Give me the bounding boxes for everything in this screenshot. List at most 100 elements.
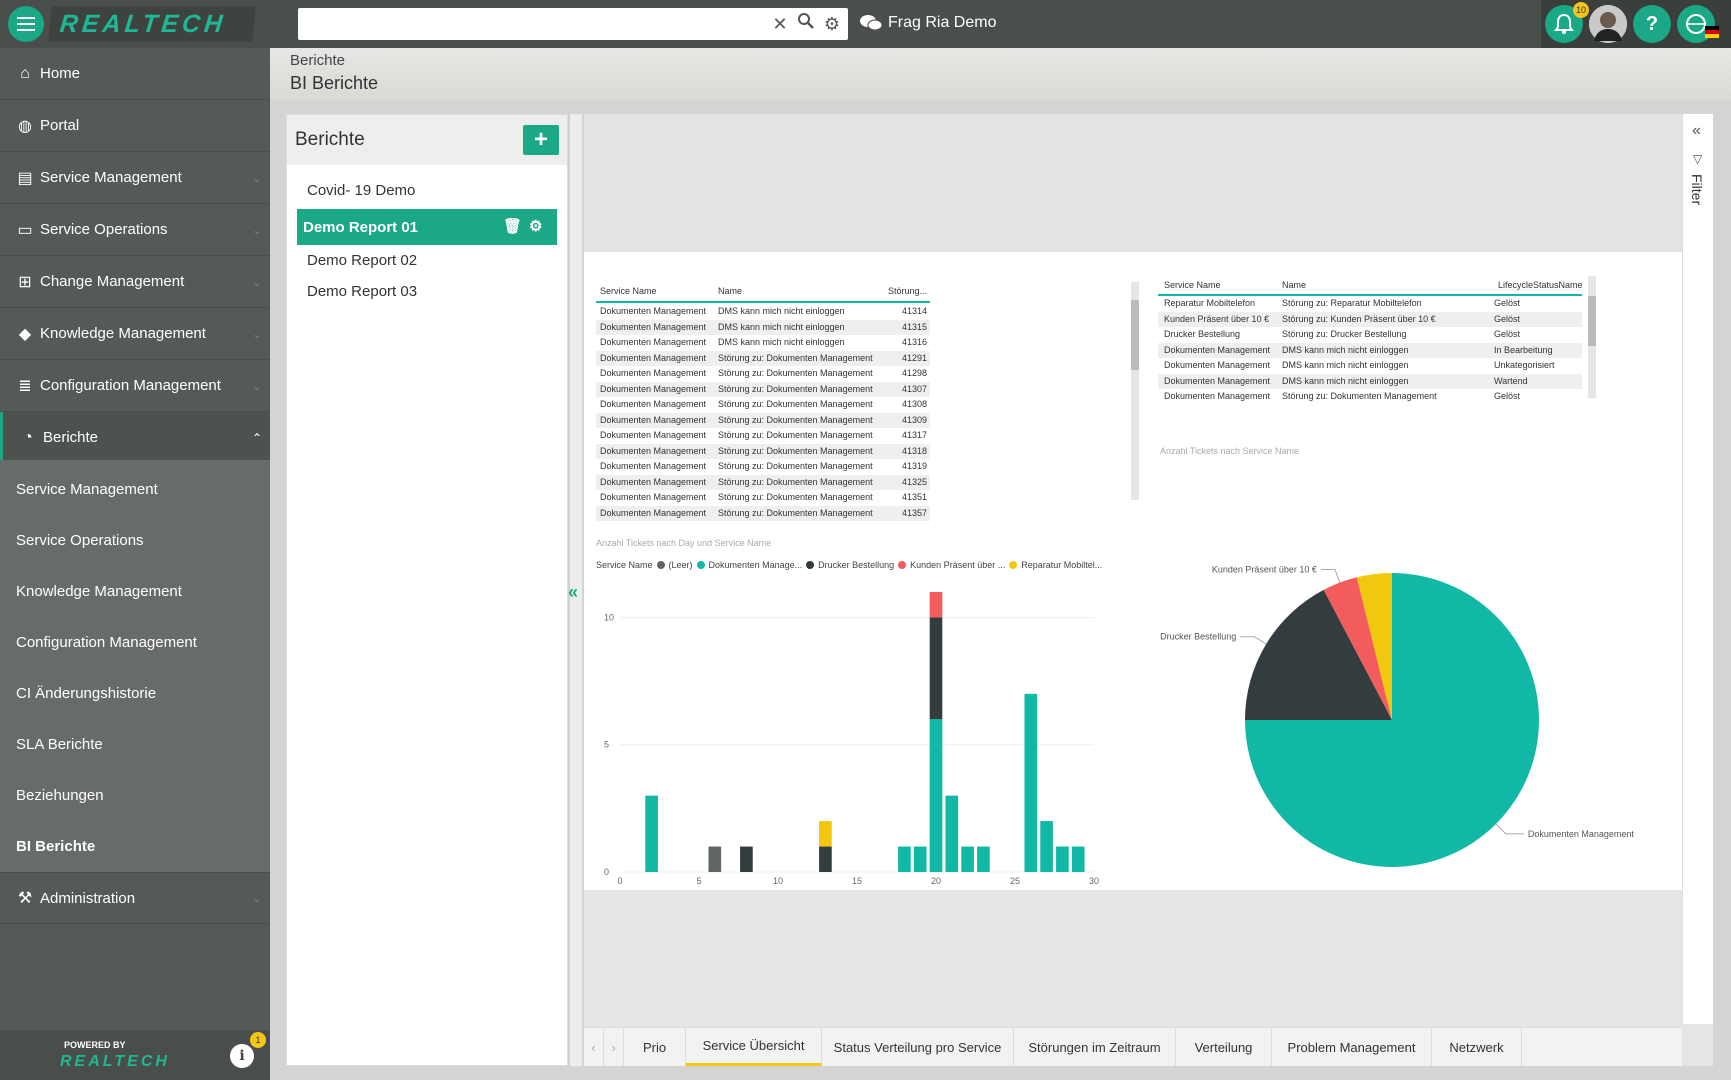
sidebar-sub-service-operations[interactable]: Service Operations [0, 515, 270, 565]
tab-service-uebersicht[interactable]: Service Übersicht [686, 1028, 822, 1066]
table-row[interactable]: Dokumenten Management Störung zu: Dokumen… [596, 366, 930, 381]
bar[interactable] [945, 795, 959, 872]
bar[interactable] [961, 846, 974, 872]
table-row[interactable]: Dokumenten Management DMS kann mich nicht… [596, 304, 930, 319]
table-row[interactable]: Reparatur Mobiltelefon Störung zu: Repara… [1158, 296, 1582, 311]
avatar[interactable] [1589, 5, 1627, 43]
bar[interactable] [645, 795, 658, 872]
table-scrollbar[interactable] [1588, 276, 1596, 398]
table-row[interactable]: Kunden Präsent über 10 € Störung zu: Kund… [1158, 311, 1582, 327]
gear-icon[interactable]: ⚙ [529, 217, 542, 235]
bar[interactable] [1056, 846, 1069, 872]
bar[interactable] [929, 719, 943, 872]
table-row[interactable]: Drucker Bestellung Störung zu: Drucker Be… [1158, 327, 1582, 342]
table-row[interactable]: Dokumenten Management Störung zu: Dokumen… [596, 350, 930, 366]
search-input[interactable] [306, 8, 756, 40]
bar[interactable] [819, 821, 832, 847]
sidebar-item-home[interactable]: ⌂ Home [0, 48, 270, 100]
tab-netzwerk[interactable]: Netzwerk [1432, 1028, 1522, 1066]
sidebar-sub-knowledge-management[interactable]: Knowledge Management [0, 566, 270, 616]
table-row[interactable]: Dokumenten Management Störung zu: Dokumen… [596, 443, 930, 459]
column-header[interactable]: Name [718, 286, 742, 296]
tab-prio[interactable]: Prio [624, 1028, 686, 1066]
table-row[interactable]: Dokumenten Management DMS kann mich nicht… [1158, 342, 1582, 358]
panel-divider[interactable]: « [568, 114, 582, 1066]
table-row[interactable]: Dokumenten Management Störung zu: Dokumen… [596, 490, 930, 505]
tab-stoerungen-zeitraum[interactable]: Störungen im Zeitraum [1014, 1028, 1176, 1066]
legend-item[interactable]: (Leer) [669, 560, 693, 570]
tickets-table-left[interactable]: Service Name Name Störung... Dokumenten … [596, 280, 936, 521]
table-row[interactable]: Dokumenten Management Störung zu: Dokumen… [596, 381, 930, 397]
collapse-left-icon[interactable]: « [568, 582, 578, 603]
bar[interactable] [1071, 846, 1085, 872]
report-item-selected[interactable]: Demo Report 01 🗑 ⚙ [297, 209, 557, 245]
bar[interactable] [1024, 693, 1038, 872]
column-header[interactable]: LifecycleStatusName [1498, 280, 1583, 290]
report-item[interactable]: Demo Report 02 [307, 252, 417, 269]
chat-assistant-link[interactable]: Frag Ria Demo [860, 14, 996, 32]
tab-status-verteilung[interactable]: Status Verteilung pro Service [822, 1028, 1014, 1066]
table-row[interactable]: Dokumenten Management Störung zu: Dokumen… [596, 428, 930, 443]
table-row[interactable]: Dokumenten Management Störung zu: Dokumen… [596, 412, 930, 428]
table-row[interactable]: Dokumenten Management DMS kann mich nicht… [1158, 358, 1582, 373]
table-row[interactable]: Dokumenten Management Störung zu: Dokumen… [1158, 389, 1582, 404]
next-page-icon[interactable]: › [604, 1028, 624, 1066]
menu-toggle-button[interactable] [8, 6, 44, 42]
pie-chart[interactable]: Dokumenten Management Drucker Bestellung K… [1144, 462, 1664, 882]
tab-verteilung[interactable]: Verteilung [1176, 1028, 1272, 1066]
table-row[interactable]: Dokumenten Management DMS kann mich nicht… [596, 319, 930, 335]
legend-item[interactable]: Drucker Bestellung [818, 560, 894, 570]
sidebar-item-change-management[interactable]: ⊞ Change Management ⌄ [0, 256, 270, 308]
filter-pane[interactable]: « ▽ Filter [1682, 114, 1713, 1024]
bar[interactable] [977, 846, 990, 872]
sidebar-item-configuration-management[interactable]: ≣ Configuration Management ⌄ [0, 360, 270, 412]
sidebar-item-service-management[interactable]: ▤ Service Management ⌄ [0, 152, 270, 204]
report-item[interactable]: Demo Report 03 [307, 283, 417, 300]
table-row[interactable]: Dokumenten Management Störung zu: Dokumen… [596, 397, 930, 412]
column-header[interactable]: Name [1282, 280, 1306, 290]
bar[interactable] [740, 846, 753, 872]
sidebar-item-berichte[interactable]: ◔ Berichte ⌃ [0, 412, 270, 464]
sidebar-sub-ci-history[interactable]: CI Änderungshistorie [0, 668, 270, 718]
table-row[interactable]: Dokumenten Management DMS kann mich nicht… [1158, 373, 1582, 389]
table-row[interactable]: Dokumenten Management DMS kann mich nicht… [596, 335, 930, 350]
sidebar-sub-beziehungen[interactable]: Beziehungen [0, 770, 270, 820]
add-report-button[interactable]: + [523, 125, 559, 155]
breadcrumb[interactable]: Berichte [290, 52, 345, 69]
column-header[interactable]: Service Name [600, 286, 657, 296]
legend-item[interactable]: Kunden Präsent über ... [910, 560, 1005, 570]
prev-page-icon[interactable]: ‹ [584, 1028, 604, 1066]
bar[interactable] [898, 846, 911, 872]
search-icon[interactable] [794, 12, 818, 36]
sidebar-item-service-operations[interactable]: ▭ Service Operations ⌄ [0, 204, 270, 256]
report-item[interactable]: Covid- 19 Demo [307, 182, 415, 199]
collapse-filter-icon[interactable]: « [1692, 122, 1701, 140]
help-icon[interactable]: ? [1633, 5, 1671, 43]
gear-icon[interactable]: ⚙ [820, 12, 844, 36]
bar[interactable] [819, 846, 832, 872]
sidebar-sub-sla-berichte[interactable]: SLA Berichte [0, 719, 270, 769]
table-row[interactable]: Dokumenten Management Störung zu: Dokumen… [596, 459, 930, 474]
sidebar-item-administration[interactable]: ⚒ Administration ⌄ [0, 872, 270, 924]
legend-item[interactable]: Reparatur Mobiltel... [1021, 560, 1102, 570]
column-header[interactable]: Störung... [888, 286, 927, 296]
table-row[interactable]: Dokumenten Management Störung zu: Dokumen… [596, 505, 930, 521]
bar[interactable] [929, 617, 943, 720]
legend-item[interactable]: Dokumenten Manage... [709, 560, 803, 570]
table-row[interactable]: Dokumenten Management Störung zu: Dokumen… [596, 474, 930, 490]
info-icon[interactable]: i [230, 1044, 254, 1068]
bar[interactable] [708, 846, 722, 872]
trash-icon[interactable]: 🗑 [503, 217, 522, 235]
sidebar-sub-bi-berichte[interactable]: BI Berichte [0, 821, 270, 871]
tab-problem-management[interactable]: Problem Management [1272, 1028, 1432, 1066]
bar[interactable] [1040, 821, 1053, 872]
column-header[interactable]: Service Name [1164, 280, 1221, 290]
clear-icon[interactable]: ✕ [768, 12, 792, 36]
sidebar-item-knowledge-management[interactable]: ◆ Knowledge Management ⌄ [0, 308, 270, 360]
sidebar-sub-service-management[interactable]: Service Management [0, 464, 270, 514]
tickets-table-right[interactable]: Service Name Name LifecycleStatusName Re… [1158, 274, 1583, 404]
sidebar-item-portal[interactable]: ◍ Portal [0, 100, 270, 152]
bar-chart[interactable]: 0 5 10 0 5 10 15 20 25 30 [584, 582, 1104, 892]
bar[interactable] [929, 592, 943, 618]
sidebar-sub-configuration-management[interactable]: Configuration Management [0, 617, 270, 667]
